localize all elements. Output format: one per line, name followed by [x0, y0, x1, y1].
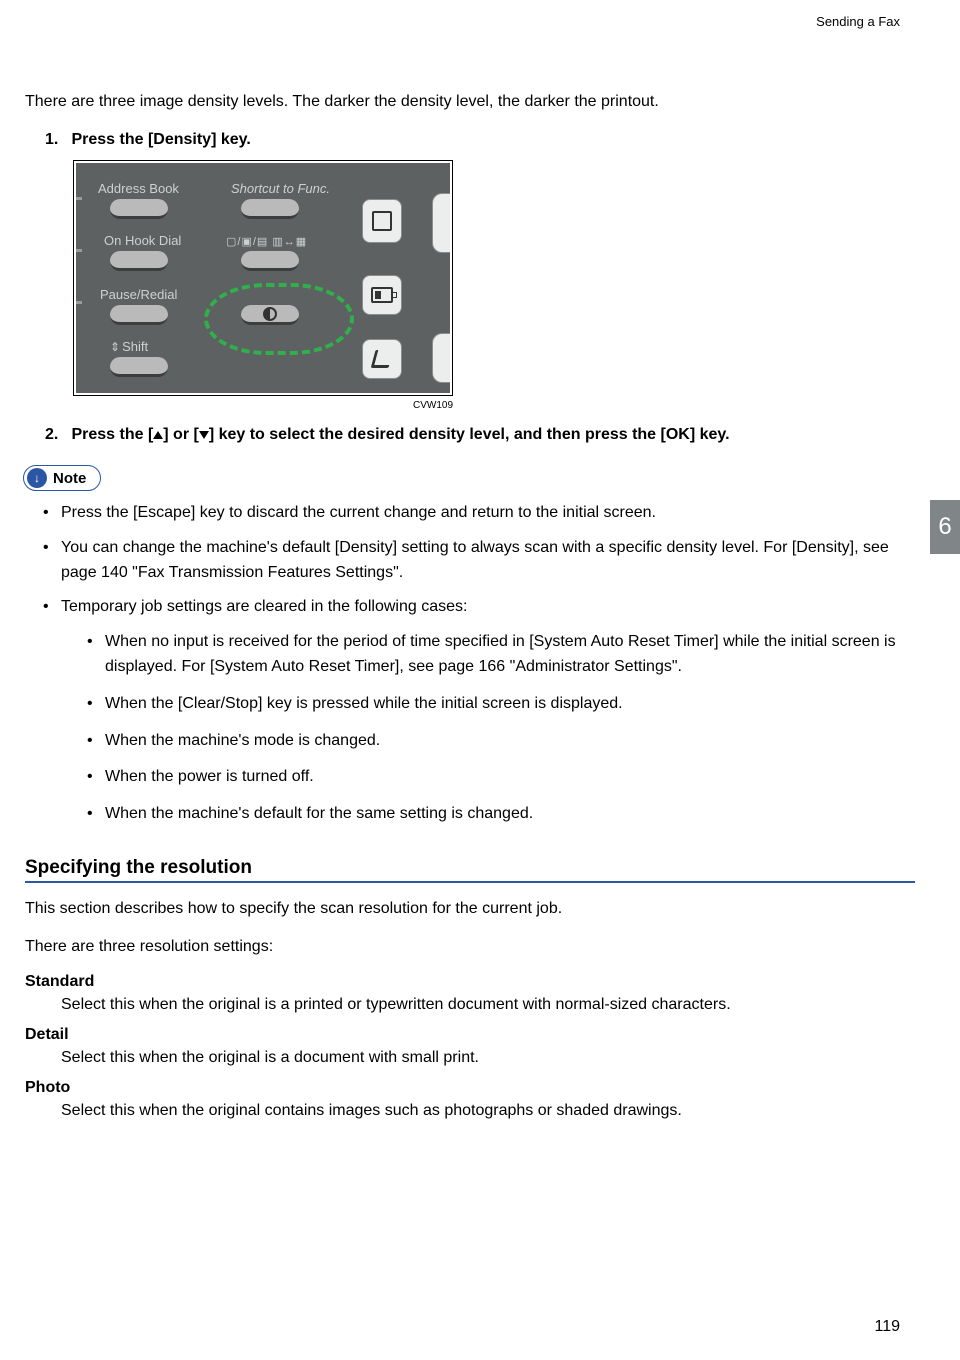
id-card-icon	[371, 287, 393, 303]
note-label: Note	[53, 470, 86, 487]
step-number: 1.	[45, 128, 67, 152]
density-icon	[263, 307, 277, 321]
step-1: 1. Press the [Density] key. Address Book…	[45, 128, 915, 411]
address-book-button[interactable]	[110, 199, 168, 219]
step-text-pre: Press the [	[71, 426, 153, 443]
angle-icon	[371, 350, 394, 368]
step-list: 1. Press the [Density] key. Address Book…	[25, 128, 915, 447]
intro-paragraph: There are three image density levels. Th…	[25, 90, 915, 114]
shift-button[interactable]	[110, 357, 168, 377]
density-button[interactable]	[241, 305, 299, 325]
page-content: There are three image density levels. Th…	[25, 90, 915, 1123]
control-panel: Address Book Shortcut to Func. On Hook D…	[76, 163, 450, 393]
note-heading: ↓ Note	[23, 465, 101, 491]
pause-redial-button[interactable]	[110, 305, 168, 325]
chapter-tab: 6	[930, 500, 960, 554]
panel-edge-mark	[76, 249, 82, 252]
document-icon	[372, 211, 392, 231]
on-hook-label: On Hook Dial	[104, 233, 181, 248]
definition-desc: Select this when the original is a print…	[25, 993, 915, 1018]
note-list: Press the [Escape] key to discard the cu…	[25, 501, 915, 827]
on-hook-button[interactable]	[110, 251, 168, 271]
panel-edge-mark	[76, 301, 82, 304]
copy-mode-button[interactable]	[362, 199, 402, 243]
note-subitem: When the power is turned off.	[87, 765, 915, 790]
page: Sending a Fax 6 There are three image de…	[0, 0, 960, 1360]
note-item: Press the [Escape] key to discard the cu…	[43, 501, 915, 526]
definition-term: Detail	[25, 1026, 915, 1044]
page-number: 119	[874, 1318, 900, 1336]
note-item: You can change the machine's default [De…	[43, 536, 915, 586]
section-paragraph: There are three resolution settings:	[25, 935, 915, 959]
section-rule	[25, 881, 915, 883]
figure-code: CVW109	[73, 400, 453, 411]
note-sublist: When no input is received for the period…	[61, 630, 915, 827]
note-subitem: When no input is received for the period…	[87, 630, 915, 680]
definition-term: Standard	[25, 973, 915, 991]
id-card-copy-button[interactable]	[362, 275, 402, 315]
note-subitem: When the [Clear/Stop] key is pressed whi…	[87, 692, 915, 717]
shift-label: ⇕Shift	[110, 339, 148, 354]
partial-button-edge	[432, 333, 450, 383]
step-2: 2. Press the [ ] or [ ] key to select the …	[45, 423, 915, 447]
shortcut-button[interactable]	[241, 199, 299, 219]
definition-desc: Select this when the original is a docum…	[25, 1046, 915, 1071]
partial-button-edge	[432, 193, 450, 253]
up-arrow-icon	[153, 431, 163, 439]
pause-redial-label: Pause/Redial	[100, 287, 177, 302]
shift-arrows-icon: ⇕	[110, 340, 120, 354]
control-panel-figure: Address Book Shortcut to Func. On Hook D…	[73, 160, 915, 396]
step-number: 2.	[45, 423, 67, 447]
address-book-label: Address Book	[98, 181, 179, 196]
definition-list: Standard Select this when the original i…	[25, 973, 915, 1123]
down-arrow-icon	[199, 431, 209, 439]
mode-button[interactable]	[362, 339, 402, 379]
step-text-post: ] key to select the desired density leve…	[209, 426, 730, 443]
running-head: Sending a Fax	[816, 14, 900, 29]
note-subitem: When the machine's mode is changed.	[87, 729, 915, 754]
note-subitem: When the machine's default for the same …	[87, 802, 915, 827]
section-heading: Specifying the resolution	[25, 857, 915, 879]
step-text-mid: ] or [	[163, 426, 199, 443]
definition-term: Photo	[25, 1079, 915, 1097]
step-text: Press the [Density] key.	[71, 131, 250, 148]
note-icon: ↓	[27, 468, 47, 488]
note-item: Temporary job settings are cleared in th…	[43, 595, 915, 827]
quality-icons-row: ▢/▣/▤ ▥↔▦	[226, 235, 307, 248]
panel-edge-mark	[76, 197, 82, 200]
section-paragraph: This section describes how to specify th…	[25, 897, 915, 921]
quality-button[interactable]	[241, 251, 299, 271]
definition-desc: Select this when the original contains i…	[25, 1099, 915, 1124]
shortcut-label: Shortcut to Func.	[231, 181, 330, 196]
